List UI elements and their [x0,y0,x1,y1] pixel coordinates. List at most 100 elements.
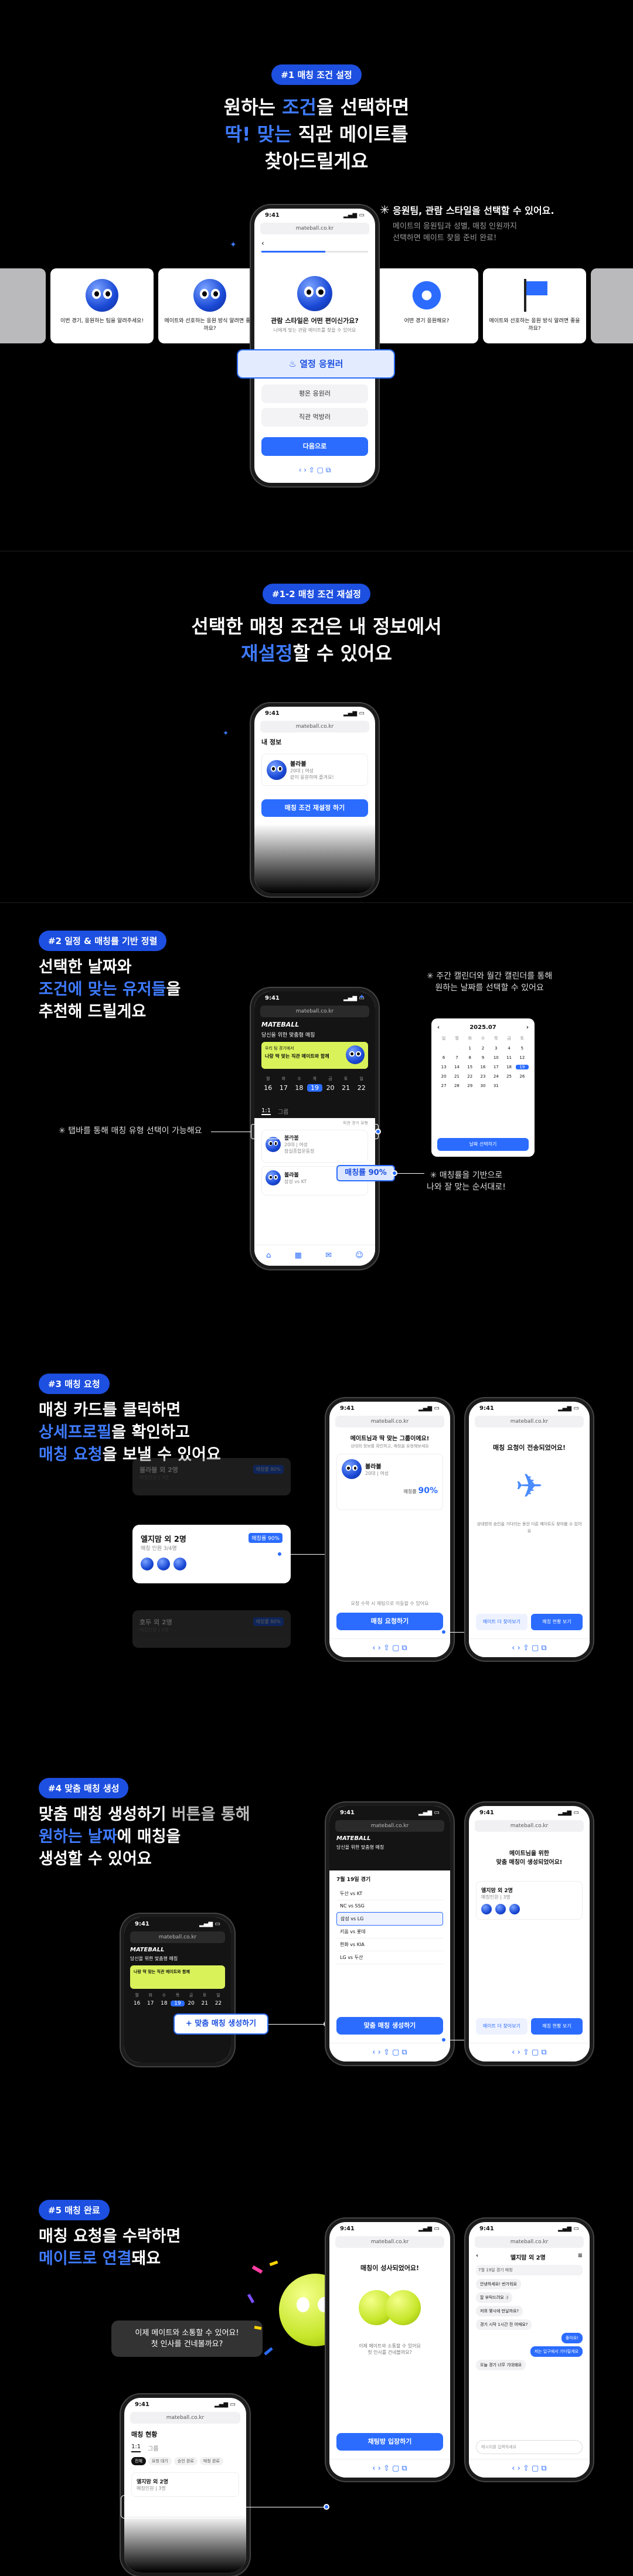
next-month-icon[interactable]: › [526,1024,529,1031]
calendar-day[interactable]: 18 [502,1065,515,1069]
match-card[interactable]: 엘지맘 외 2명 매칭인원 | 3명 [476,1881,583,1920]
calendar-day[interactable]: 26 [516,1074,529,1079]
calendar-cell[interactable]: 토 [198,1992,212,1998]
option-card[interactable] [0,268,46,343]
calendar-day[interactable]: 30 [477,1083,489,1088]
status-chip[interactable]: 전체 [131,2457,146,2465]
next-button[interactable]: 다음으로 [261,437,368,456]
option-card[interactable]: 이번 경기, 응원하는 팀을 알려주세요! [50,268,154,343]
find-more-button[interactable]: 메이트 더 찾아보기 [476,2018,528,2035]
calendar-cell[interactable]: 목 [307,1076,323,1082]
menu-icon[interactable]: ≡ [578,2253,583,2261]
calendar-cell[interactable]: 19 [307,1084,323,1092]
calendar-cell[interactable]: 17 [276,1084,292,1092]
calendar-day[interactable]: 25 [502,1074,515,1079]
calendar-cell[interactable]: 금 [322,1076,338,1082]
option-card[interactable]: 어떤 경기 응원해요? [375,268,478,343]
calendar-day[interactable]: 23 [477,1074,489,1079]
request-match-button[interactable]: 매칭 요청하기 [336,1613,443,1630]
calendar-day[interactable]: 28 [450,1083,463,1088]
calendar-day[interactable]: 12 [516,1055,529,1060]
match-status-button[interactable]: 매칭 현황 보기 [531,2018,583,2035]
calendar-cell[interactable]: 수 [291,1076,307,1082]
back-icon[interactable]: ‹ [254,236,375,251]
calendar-day[interactable]: 24 [489,1074,502,1079]
calendar-day[interactable]: 5 [516,1046,529,1051]
match-card[interactable]: 엘지맘 외 2명 매칭 인원 3/4명 매칭률 90% [132,1525,291,1583]
select-date-button[interactable]: 날짜 선택하기 [437,1138,529,1151]
match-card[interactable]: 볼라볼 외 2명 매칭인원 | 3명 매칭률 80% [132,1458,291,1495]
calendar-day[interactable]: 16 [477,1065,489,1069]
game-row[interactable]: 키움 vs 롯데 [336,1926,443,1938]
tab-bar[interactable]: 1:1 그룹 [254,1104,375,1118]
calendar-cell[interactable]: 22 [212,2001,225,2006]
banner[interactable]: 우리 팀 경기에서 나랑 딱 맞는 직관 메이트와 함께 [261,1042,368,1069]
enter-chat-button[interactable]: 채팅방 입장하기 [336,2433,443,2451]
calendar-day[interactable]: 19 [515,1065,529,1069]
calendar-cell[interactable]: 월 [450,1035,463,1041]
calendar-cell[interactable]: 16 [130,2001,144,2006]
url-bar[interactable]: mateball.co.kr [260,223,369,234]
option-calm[interactable]: 평온 응원러 [261,384,368,403]
tab-group[interactable]: 그룹 [278,1107,288,1116]
calendar-cell[interactable]: 일 [353,1076,369,1082]
calendar-day[interactable] [516,1083,529,1088]
option-card[interactable]: 메이트와 선호하는 응원 방식 알려면 좋을까요? [483,268,586,343]
create-custom-match-button[interactable]: + 맞춤 매칭 생성하기 [173,2013,268,2035]
calendar-day[interactable]: 13 [437,1065,450,1069]
calendar-cell[interactable]: 21 [338,1084,354,1092]
calendar-cell[interactable]: 일 [437,1035,450,1041]
bottom-nav[interactable]: ⌂ ▦ ✉ ☺ [254,1245,375,1266]
prev-month-icon[interactable]: ‹ [437,1024,440,1031]
calendar-day[interactable]: 1 [464,1046,477,1051]
status-chip[interactable]: 매칭 완료 [199,2457,223,2465]
calendar-cell[interactable]: 16 [260,1084,276,1092]
calendar-day[interactable]: 17 [489,1065,502,1069]
calendar-day[interactable] [450,1046,463,1051]
calendar-cell[interactable]: 화 [276,1076,292,1082]
option-card[interactable] [591,268,633,343]
calendar-day[interactable]: 27 [437,1083,450,1088]
calendar-cell[interactable]: 19 [171,2001,185,2006]
calendar-cell[interactable]: 20 [185,2001,198,2006]
calendar-cell[interactable]: 수 [157,1992,171,1998]
option-card[interactable]: 메이트와 선호하는 응원 방식 알려면 좋을까요? [158,268,261,343]
calendar-cell[interactable]: 목 [489,1035,502,1041]
calendar-day[interactable]: 9 [477,1055,489,1060]
calendar-day[interactable]: 4 [502,1046,515,1051]
game-row[interactable]: 두산 vs KT [336,1887,443,1900]
tab-1on1[interactable]: 1:1 [261,1108,271,1115]
calendar-cell[interactable]: 월 [260,1076,276,1082]
calendar-day[interactable]: 7 [450,1055,463,1060]
calendar-cell[interactable]: 17 [144,2001,157,2006]
calendar-day[interactable]: 21 [450,1074,463,1079]
calendar-day[interactable]: 20 [437,1074,450,1079]
game-row[interactable]: 한화 vs KIA [336,1938,443,1951]
calendar-cell[interactable]: 금 [502,1035,515,1041]
option-food[interactable]: 직관 먹방러 [261,408,368,427]
tab-group[interactable]: 그룹 [148,2444,158,2452]
calendar-day[interactable]: 6 [437,1055,450,1060]
calendar-day[interactable]: 31 [489,1083,502,1088]
calendar-cell[interactable]: 목 [171,1992,184,1998]
calendar-day[interactable]: 8 [464,1055,477,1060]
find-more-button[interactable]: 메이트 더 찾아보기 [476,1614,528,1630]
calendar-cell[interactable]: 일 [212,1992,225,1998]
calendar-cell[interactable]: 18 [157,2001,171,2006]
calendar-cell[interactable]: 월 [130,1992,144,1998]
game-row[interactable]: NC vs SSG [336,1900,443,1912]
calendar-cell[interactable]: 22 [353,1084,369,1092]
back-icon[interactable]: ‹ [476,2253,478,2261]
game-row[interactable]: LG vs 두산 [336,1951,443,1964]
status-chip[interactable]: 요청 대기 [148,2457,172,2465]
calendar-day[interactable]: 11 [502,1055,515,1060]
tab-1on1[interactable]: 1:1 [131,2444,141,2452]
calendar-cell[interactable]: 토 [516,1035,529,1041]
calendar-day[interactable]: 10 [489,1055,502,1060]
tab-bar[interactable]: 1:1 그룹 [124,2444,246,2452]
calendar-cell[interactable]: 화 [464,1035,477,1041]
calendar-cell[interactable]: 20 [322,1084,338,1092]
match-card[interactable]: 호두 외 2명 매칭인원 | 3명 매칭률 80% [132,1610,291,1648]
calendar-day[interactable]: 29 [464,1083,477,1088]
calendar-day[interactable]: 22 [464,1074,477,1079]
